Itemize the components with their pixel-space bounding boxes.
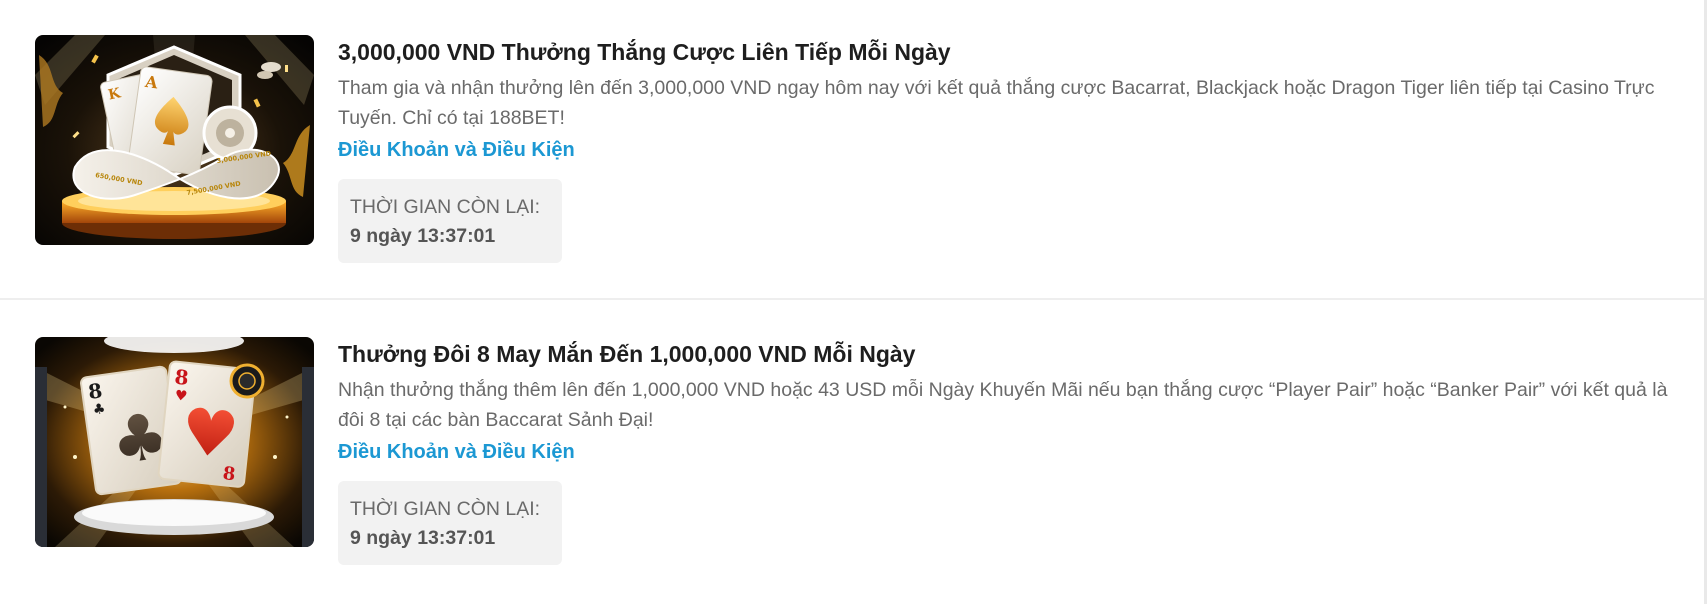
countdown-value: 9 ngày 13:37:01 <box>350 527 496 549</box>
promotion-banner-image[interactable]: 8 ♣ ♣ 8 8 ♥ ♥ 8 <box>35 337 314 547</box>
promotion-list: K A 650,000 VND 3,000,000 VND 7,500,000 … <box>0 0 1707 604</box>
countdown-timer: THỜI GIAN CÒN LẠI: 9 ngày 13:37:01 <box>338 179 562 263</box>
promotion-content: 3,000,000 VND Thưởng Thắng Cược Liên Tiế… <box>338 35 1668 263</box>
svg-text:8: 8 <box>173 365 189 390</box>
casino-winning-streak-illustration: K A 650,000 VND 3,000,000 VND 7,500,000 … <box>35 35 314 245</box>
svg-text:8: 8 <box>222 463 237 485</box>
lucky-eight-pair-illustration: 8 ♣ ♣ 8 8 ♥ ♥ 8 <box>35 337 314 547</box>
countdown-timer: THỜI GIAN CÒN LẠI: 9 ngày 13:37:01 <box>338 481 562 565</box>
countdown-label: THỜI GIAN CÒN LẠI: <box>350 498 541 520</box>
countdown-value: 9 ngày 13:37:01 <box>350 225 496 247</box>
promotion-content: Thưởng Đôi 8 May Mắn Đến 1,000,000 VND M… <box>338 337 1668 565</box>
svg-text:♥: ♥ <box>177 395 242 475</box>
promotion-title[interactable]: 3,000,000 VND Thưởng Thắng Cược Liên Tiế… <box>338 35 1668 69</box>
terms-and-conditions-link[interactable]: Điều Khoản và Điều Kiện <box>338 135 575 165</box>
promotion-title[interactable]: Thưởng Đôi 8 May Mắn Đến 1,000,000 VND M… <box>338 337 1668 371</box>
countdown-label: THỜI GIAN CÒN LẠI: <box>350 196 541 218</box>
promotion-item: 8 ♣ ♣ 8 8 ♥ ♥ 8 <box>0 302 1707 602</box>
promotion-description: Nhận thưởng thắng thêm lên đến 1,000,000… <box>338 379 1668 431</box>
promotion-description: Tham gia và nhận thưởng lên đến 3,000,00… <box>338 77 1655 129</box>
promotion-item: K A 650,000 VND 3,000,000 VND 7,500,000 … <box>0 0 1707 300</box>
svg-text:♣: ♣ <box>92 401 107 419</box>
promotion-banner-image[interactable]: K A 650,000 VND 3,000,000 VND 7,500,000 … <box>35 35 314 245</box>
terms-and-conditions-link[interactable]: Điều Khoản và Điều Kiện <box>338 437 575 467</box>
